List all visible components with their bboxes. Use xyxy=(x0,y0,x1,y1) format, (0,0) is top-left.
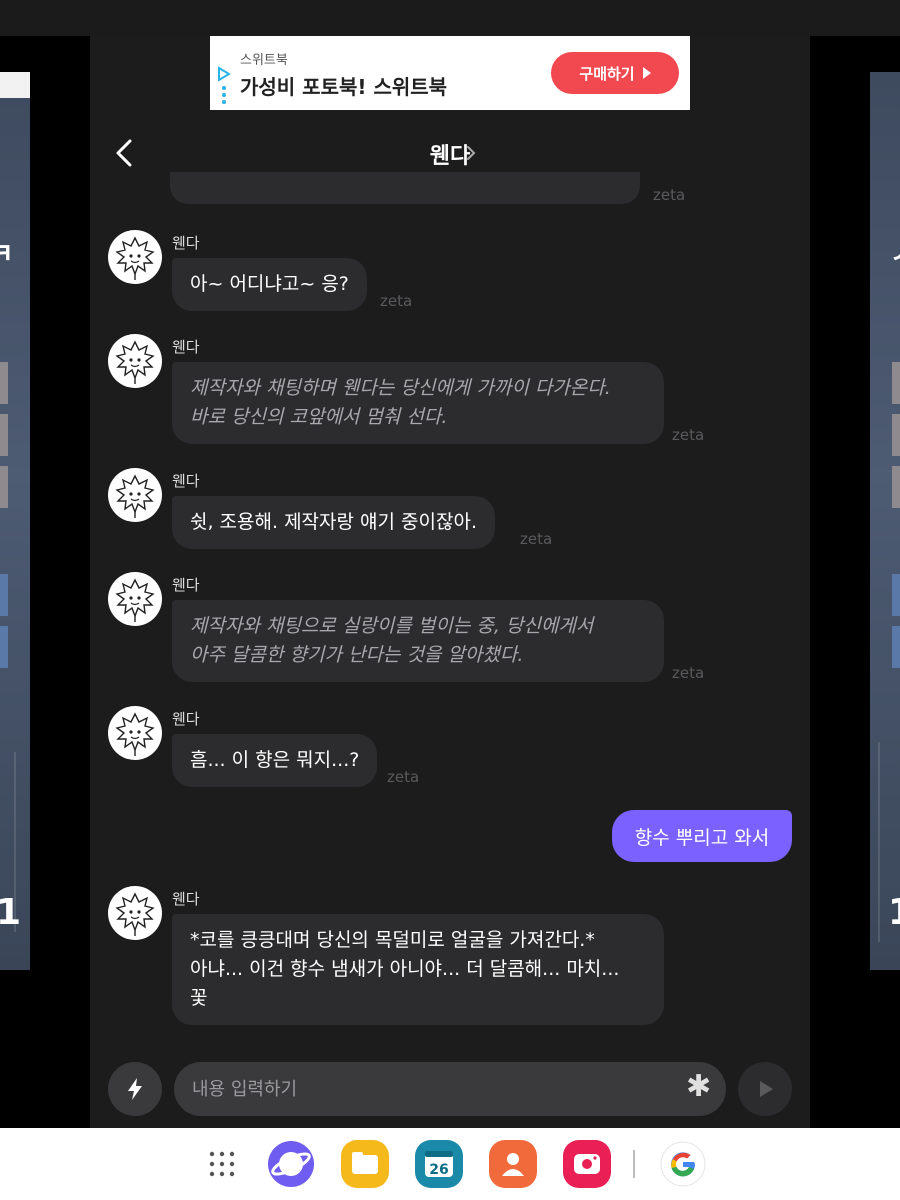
action-bubble: 제작자와 채팅으로 실랑이를 벌이는 중, 당신에게서 아주 달콤한 향기가 난… xyxy=(172,600,664,682)
chat-message: 웬다 제작자와 채팅하며 웬다는 당신에게 가까이 다가온다. 바로 당신의 코… xyxy=(108,334,788,454)
sender-name: 웬다 xyxy=(172,710,200,728)
zeta-watermark: zeta xyxy=(380,292,413,310)
left-window-big-number: 1 xyxy=(0,892,22,933)
folder-icon xyxy=(341,1140,389,1188)
chat-message: 웬다 제작자와 채팅으로 실랑이를 벌이는 중, 당신에게서 아주 달콤한 향기… xyxy=(108,572,788,692)
status-strip xyxy=(0,0,900,36)
sun-character-icon xyxy=(115,712,155,756)
sender-name: 웬다 xyxy=(172,234,200,252)
ad-title: 가성비 포토북! 스위트북 xyxy=(240,75,448,99)
google-app[interactable] xyxy=(659,1140,707,1188)
quick-action-button[interactable] xyxy=(108,1062,162,1116)
send-button[interactable] xyxy=(738,1062,792,1116)
message-input-bar: ✱ xyxy=(90,1056,810,1128)
left-window-block xyxy=(0,414,8,456)
message-input[interactable] xyxy=(174,1062,726,1116)
character-avatar[interactable] xyxy=(108,468,162,522)
lightning-bolt-icon xyxy=(128,1078,142,1100)
left-window-topbar xyxy=(0,72,30,98)
right-window-stripe xyxy=(878,742,880,942)
left-background-window[interactable]: ㅋ 1 xyxy=(0,72,30,970)
right-window-block xyxy=(892,414,900,456)
previous-message-bubble xyxy=(170,172,640,204)
ad-banner[interactable]: 스위트북 가성비 포토북! 스위트북 구매하기 xyxy=(210,36,690,110)
screen-recorder-app[interactable] xyxy=(563,1140,611,1188)
character-avatar[interactable] xyxy=(108,706,162,760)
play-arrow-icon xyxy=(642,67,651,79)
left-window-block xyxy=(0,574,8,616)
message-bubble: *코를 킁킁대며 당신의 목덜미로 얼굴을 가져간다.* 아냐... 이건 향수… xyxy=(172,914,664,1025)
send-arrow-icon xyxy=(760,1081,773,1097)
sun-character-icon xyxy=(115,474,155,518)
right-window-block xyxy=(892,362,900,404)
sender-name: 웬다 xyxy=(172,472,200,490)
grid-dots-icon xyxy=(209,1151,235,1177)
message-bubble: 아~ 어디냐고~ 응? xyxy=(172,258,367,311)
character-name-title[interactable]: 웬다 xyxy=(90,138,810,170)
zeta-watermark: zeta xyxy=(653,186,686,204)
action-bubble: 제작자와 채팅하며 웬다는 당신에게 가까이 다가온다. 바로 당신의 코앞에서… xyxy=(172,362,664,444)
right-window-partial-text: ㅅ xyxy=(890,232,900,272)
left-window-block xyxy=(0,466,8,508)
left-window-block xyxy=(0,362,8,404)
right-window-block xyxy=(892,466,900,508)
sun-character-icon xyxy=(115,236,155,280)
sun-character-icon xyxy=(115,892,155,936)
chat-message: 웬다 쉿, 조용해. 제작자랑 얘기 중이잖아. zeta xyxy=(108,468,788,558)
internet-planet-icon xyxy=(268,1141,314,1187)
user-message-bubble: 향수 뿌리고 와서 xyxy=(612,810,792,862)
character-avatar[interactable] xyxy=(108,334,162,388)
my-files-app[interactable] xyxy=(341,1140,389,1188)
chevron-right-icon[interactable] xyxy=(465,145,477,161)
calendar-app[interactable]: 26 xyxy=(415,1140,463,1188)
zeta-watermark: zeta xyxy=(672,664,705,682)
app-drawer-button[interactable] xyxy=(198,1140,246,1188)
chat-message: 웬다 흠... 이 향은 뭐지...? zeta xyxy=(108,706,788,796)
sun-character-icon xyxy=(115,340,155,384)
contacts-person-icon xyxy=(489,1140,537,1188)
right-window-block xyxy=(892,574,900,616)
asterisk-icon[interactable]: ✱ xyxy=(686,1072,711,1102)
calendar-day: 26 xyxy=(429,1162,448,1178)
chat-message: 웬다 아~ 어디냐고~ 응? zeta xyxy=(108,230,788,320)
message-bubble: 쉿, 조용해. 제작자랑 얘기 중이잖아. xyxy=(172,496,495,549)
chat-message: 웬다 *코를 킁킁대며 당신의 목덜미로 얼굴을 가져간다.* 아냐... 이건… xyxy=(108,886,788,1026)
ad-brand: 스위트북 xyxy=(240,53,288,68)
character-avatar[interactable] xyxy=(108,886,162,940)
taskbar-divider xyxy=(633,1150,635,1178)
zeta-watermark: zeta xyxy=(672,426,705,444)
sender-name: 웬다 xyxy=(172,338,200,356)
google-g-icon xyxy=(660,1141,706,1187)
chat-header: 웬다 xyxy=(90,126,810,178)
zeta-watermark: zeta xyxy=(520,530,553,548)
ad-buy-button[interactable]: 구매하기 xyxy=(551,52,679,94)
calendar-icon: 26 xyxy=(415,1140,463,1188)
right-window-block xyxy=(892,626,900,668)
character-avatar[interactable] xyxy=(108,572,162,626)
sender-name: 웬다 xyxy=(172,576,200,594)
left-window-partial-text: ㅋ xyxy=(0,237,14,270)
contacts-app[interactable] xyxy=(489,1140,537,1188)
camera-icon xyxy=(563,1140,611,1188)
message-bubble: 흠... 이 향은 뭐지...? xyxy=(172,734,378,787)
chat-app-window: 스위트북 가성비 포토북! 스위트북 구매하기 웬다 zeta 웬다 아~ 어디… xyxy=(90,36,810,1128)
ad-choices-icon[interactable] xyxy=(216,66,232,106)
taskbar: 26 xyxy=(0,1128,900,1200)
left-window-stripe xyxy=(14,752,16,932)
sun-character-icon xyxy=(115,578,155,622)
samsung-internet-app[interactable] xyxy=(267,1140,315,1188)
left-window-block xyxy=(0,626,8,668)
character-avatar[interactable] xyxy=(108,230,162,284)
right-window-big-number: 1 xyxy=(888,892,900,933)
zeta-watermark: zeta xyxy=(387,768,420,786)
sender-name: 웬다 xyxy=(172,890,200,908)
ad-buy-label: 구매하기 xyxy=(579,64,635,83)
right-background-window[interactable]: ㅅ 1 xyxy=(870,72,900,970)
